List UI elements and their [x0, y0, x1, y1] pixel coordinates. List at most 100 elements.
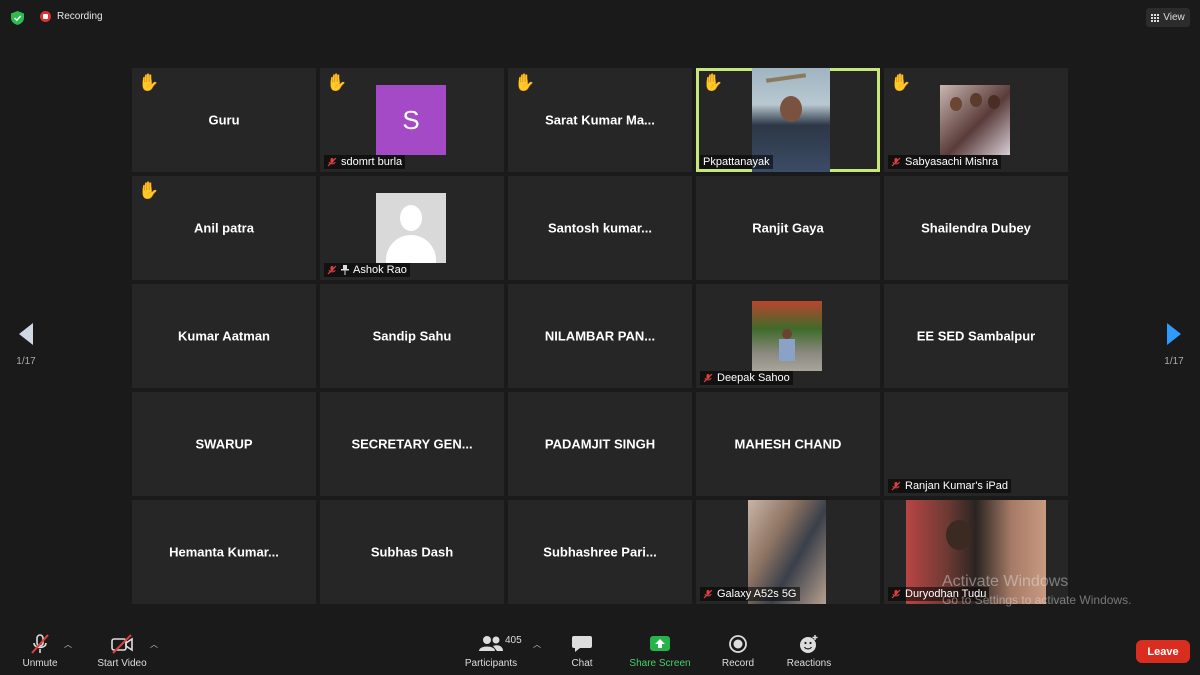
participant-tile[interactable]: Shailendra Dubey	[884, 176, 1068, 280]
muted-mic-icon	[891, 157, 901, 167]
participant-tile[interactable]: Galaxy A52s 5G	[696, 500, 880, 604]
recording-icon	[40, 11, 51, 22]
page-indicator: 1/17	[16, 356, 36, 367]
participant-name: Santosh kumar...	[547, 220, 653, 236]
recording-indicator[interactable]: Recording	[40, 11, 103, 22]
record-button[interactable]: Record	[718, 634, 758, 669]
participant-name: Shailendra Dubey	[921, 220, 1031, 236]
avatar: S	[376, 85, 446, 155]
name-label: Pkpattanayak	[700, 155, 773, 169]
participant-name: Ranjan Kumar's iPad	[905, 480, 1008, 492]
participants-options-caret[interactable]: ︿	[533, 639, 541, 650]
participant-tile[interactable]: ✋ S sdomrt burla	[320, 68, 504, 172]
participant-count: 405	[505, 635, 522, 646]
grid-icon	[1151, 13, 1160, 22]
prev-page-button[interactable]: 1/17	[11, 322, 41, 367]
raised-hand-icon: ✋	[138, 73, 160, 92]
participant-tile[interactable]: Ranjit Gaya	[696, 176, 880, 280]
participant-name: Ranjit Gaya	[752, 220, 824, 236]
video-off-icon	[111, 634, 133, 654]
participant-tile[interactable]: Kumar Aatman	[132, 284, 316, 388]
unmute-label: Unmute	[22, 658, 58, 669]
participant-tile[interactable]: Ashok Rao	[320, 176, 504, 280]
participant-tile[interactable]: Sandip Sahu	[320, 284, 504, 388]
participant-name: Sandip Sahu	[372, 328, 452, 344]
participant-name: MAHESH CHAND	[734, 436, 842, 452]
video-options-caret[interactable]: ︿	[150, 639, 158, 650]
participant-name: Sabyasachi Mishra	[905, 156, 998, 168]
raised-hand-icon: ✋	[138, 181, 160, 200]
participant-tile[interactable]: SWARUP	[132, 392, 316, 496]
gallery-grid: ✋ Guru ✋ S sdomrt burla ✋ Sarat Kumar Ma…	[132, 68, 1068, 604]
muted-mic-icon	[31, 634, 49, 654]
audio-options-caret[interactable]: ︿	[64, 639, 72, 650]
participant-name: Ashok Rao	[353, 264, 407, 276]
reactions-icon	[800, 635, 818, 653]
participant-tile[interactable]: NILAMBAR PAN...	[508, 284, 692, 388]
chat-label: Chat	[571, 658, 593, 669]
participant-tile[interactable]: Subhashree Pari...	[508, 500, 692, 604]
windows-activation-watermark: Activate Windows Go to Settings to activ…	[942, 573, 1131, 607]
raised-hand-icon: ✋	[890, 73, 912, 92]
participant-photo	[752, 301, 822, 371]
participant-tile[interactable]: EE SED Sambalpur	[884, 284, 1068, 388]
participant-name: Sarat Kumar Ma...	[545, 112, 655, 128]
next-page-button[interactable]: 1/17	[1159, 322, 1189, 367]
view-button[interactable]: View	[1146, 8, 1190, 27]
top-bar: Recording View	[0, 0, 1200, 36]
participant-tile[interactable]: Subhas Dash	[320, 500, 504, 604]
default-avatar	[376, 193, 446, 263]
view-label: View	[1163, 12, 1185, 23]
watermark-title: Activate Windows	[942, 573, 1069, 590]
participant-name: Hemanta Kumar...	[169, 544, 279, 560]
participant-name: Galaxy A52s 5G	[717, 588, 797, 600]
participant-tile[interactable]: ✋ Sabyasachi Mishra	[884, 68, 1068, 172]
participant-name: Deepak Sahoo	[717, 372, 790, 384]
participant-tile[interactable]: PADAMJIT SINGH	[508, 392, 692, 496]
shield-icon[interactable]	[11, 11, 24, 25]
meeting-toolbar: Unmute ︿ Start Video ︿ Participants 405 …	[0, 625, 1200, 675]
recording-label: Recording	[57, 11, 103, 22]
muted-mic-icon	[891, 481, 901, 491]
unmute-button[interactable]: Unmute	[20, 634, 60, 669]
participant-name: Guru	[208, 112, 240, 128]
participant-name: NILAMBAR PAN...	[544, 328, 656, 344]
name-label: Ashok Rao	[324, 263, 410, 277]
participant-tile[interactable]: ✋ Guru	[132, 68, 316, 172]
participant-name: PADAMJIT SINGH	[544, 436, 656, 452]
participant-tile[interactable]: SECRETARY GEN...	[320, 392, 504, 496]
chevron-left-icon	[19, 323, 33, 345]
participant-name: SWARUP	[195, 436, 253, 452]
share-screen-icon	[650, 636, 670, 651]
participant-tile[interactable]: ✋ Sarat Kumar Ma...	[508, 68, 692, 172]
page-indicator: 1/17	[1164, 356, 1184, 367]
raised-hand-icon: ✋	[326, 73, 348, 92]
participant-tile[interactable]: Deepak Sahoo	[696, 284, 880, 388]
participant-tile[interactable]: MAHESH CHAND	[696, 392, 880, 496]
name-label: Deepak Sahoo	[700, 371, 793, 385]
muted-mic-icon	[703, 589, 713, 599]
participant-tile-active-speaker[interactable]: ✋ Pkpattanayak	[696, 68, 880, 172]
participant-tile[interactable]: Hemanta Kumar...	[132, 500, 316, 604]
muted-mic-icon	[891, 589, 901, 599]
participant-tile[interactable]: ✋ Anil patra	[132, 176, 316, 280]
reactions-button[interactable]: Reactions	[784, 634, 834, 669]
muted-mic-icon	[327, 265, 337, 275]
reactions-label: Reactions	[786, 658, 832, 669]
participant-name: Subhashree Pari...	[543, 544, 657, 560]
leave-button[interactable]: Leave	[1136, 640, 1190, 663]
participants-icon	[479, 636, 503, 651]
participant-tile[interactable]: Santosh kumar...	[508, 176, 692, 280]
pin-icon	[341, 265, 349, 275]
chat-button[interactable]: Chat	[566, 634, 598, 669]
participant-name: Anil patra	[194, 220, 254, 236]
participant-photo	[940, 85, 1010, 155]
start-video-button[interactable]: Start Video	[93, 634, 151, 669]
share-screen-button[interactable]: Share Screen	[628, 634, 692, 669]
participant-tile[interactable]: Ranjan Kumar's iPad	[884, 392, 1068, 496]
name-label: Sabyasachi Mishra	[888, 155, 1001, 169]
participant-name: SECRETARY GEN...	[351, 436, 473, 452]
participant-name: Pkpattanayak	[703, 156, 770, 168]
participants-label: Participants	[464, 658, 518, 669]
raised-hand-icon: ✋	[702, 73, 724, 92]
